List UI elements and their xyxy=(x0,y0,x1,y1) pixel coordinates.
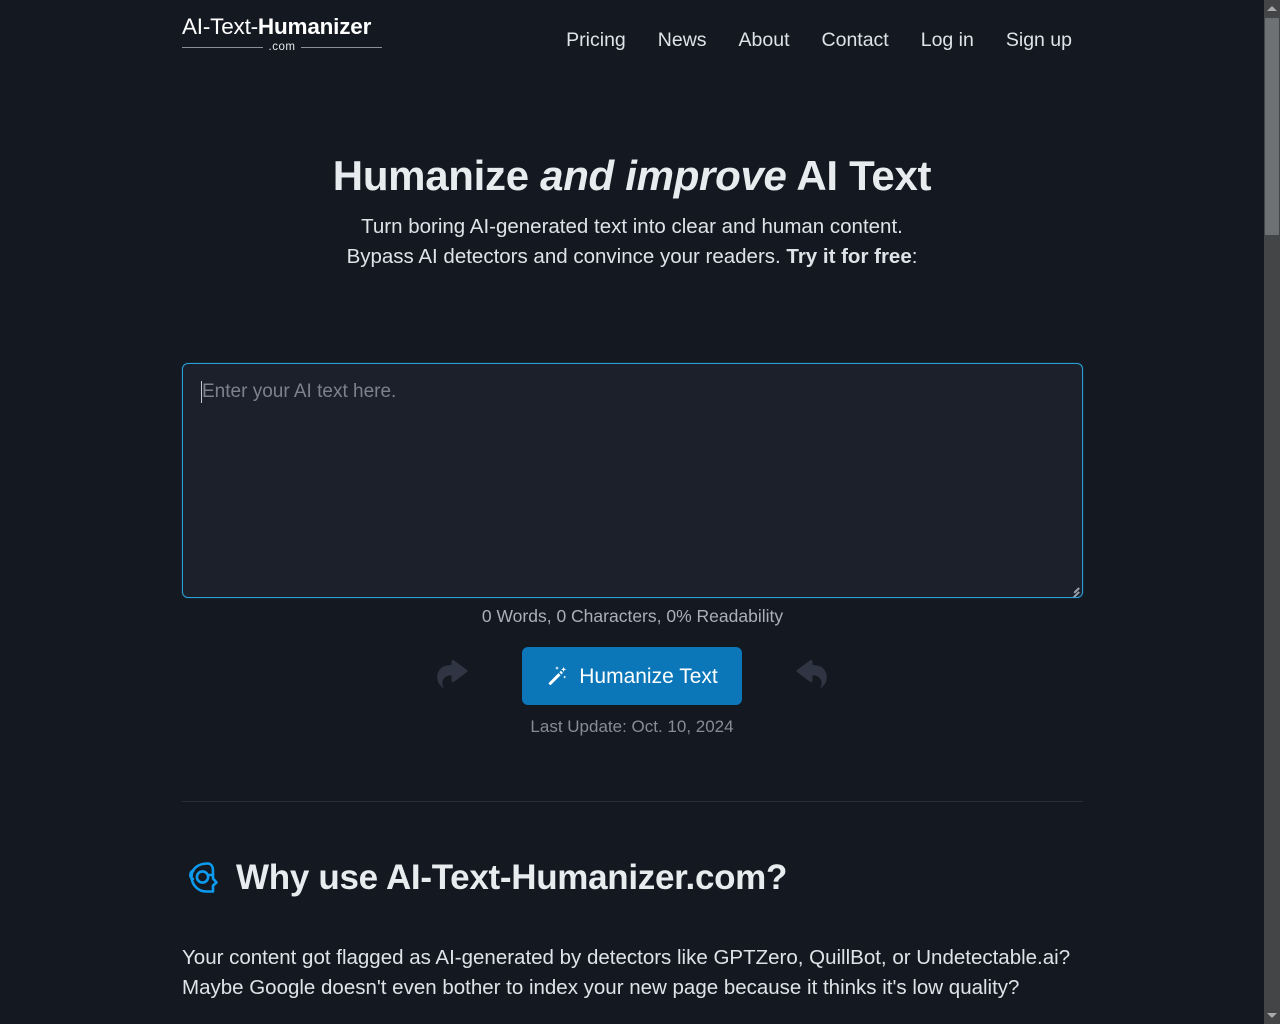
magic-wand-icon xyxy=(546,665,568,687)
logo-text-bold: Humanizer xyxy=(257,14,372,39)
why-section-title: Why use AI-Text-Humanizer.com? xyxy=(236,858,788,897)
page-title: Humanize and improve AI Text xyxy=(0,150,1264,202)
nav-item-about[interactable]: About xyxy=(739,27,790,53)
hero-subtitle: Turn boring AI-generated text into clear… xyxy=(332,212,932,272)
text-caret xyxy=(201,381,202,403)
logo-rule-right xyxy=(301,47,383,48)
last-update-text: Last Update: Oct. 10, 2024 xyxy=(530,717,734,736)
humanize-text-button[interactable]: Humanize Text xyxy=(522,647,742,705)
nav-item-news[interactable]: News xyxy=(658,27,707,53)
nav-item-login[interactable]: Log in xyxy=(921,27,974,53)
hero-section: Humanize and improve AI Text Turn boring… xyxy=(0,150,1264,272)
text-stats: 0 Words, 0 Characters, 0% Readability xyxy=(481,606,784,626)
main-navigation: Pricing News About Contact Log in Sign u… xyxy=(566,27,1072,53)
ai-text-input-container[interactable]: Enter your AI text here. xyxy=(182,363,1083,598)
browser-viewport: AI-Text-Humanizer .com Pricing News Abou… xyxy=(0,0,1280,1024)
title-segment-2: AI Text xyxy=(786,152,932,199)
humanize-text-button-label: Humanize Text xyxy=(579,664,718,688)
logo-rule-left xyxy=(182,47,263,48)
curved-arrow-left-icon xyxy=(788,653,834,699)
logo-domain-row: .com xyxy=(182,41,383,54)
subtitle-cta-strong: Try it for free xyxy=(786,245,912,268)
logo-domain-text: .com xyxy=(268,41,296,53)
title-segment-1: Humanize xyxy=(332,152,541,199)
scroll-up-arrow-icon[interactable] xyxy=(1264,0,1280,17)
site-header: AI-Text-Humanizer .com Pricing News Abou… xyxy=(0,0,1264,80)
vertical-scrollbar[interactable] xyxy=(1264,0,1280,1024)
nav-item-contact[interactable]: Contact xyxy=(822,27,889,53)
section-divider xyxy=(182,801,1083,802)
subtitle-line-1: Turn boring AI-generated text into clear… xyxy=(361,215,825,238)
page-content: AI-Text-Humanizer .com Pricing News Abou… xyxy=(0,0,1264,1024)
curved-arrow-right-icon xyxy=(430,653,476,699)
action-row: Humanize Text xyxy=(0,647,1264,705)
robot-head-icon xyxy=(182,858,222,898)
scroll-down-arrow-icon[interactable] xyxy=(1264,1007,1280,1024)
scrollbar-thumb[interactable] xyxy=(1265,18,1279,235)
site-logo[interactable]: AI-Text-Humanizer .com xyxy=(182,14,383,54)
logo-wordmark: AI-Text-Humanizer xyxy=(182,14,382,40)
why-section-heading: Why use AI-Text-Humanizer.com? xyxy=(182,856,787,900)
editor-section: Enter your AI text here. 0 Words, 0 Char… xyxy=(182,363,1083,628)
nav-item-pricing[interactable]: Pricing xyxy=(566,27,626,53)
textarea-resize-handle[interactable] xyxy=(1066,581,1080,597)
why-section-paragraph: Your content got flagged as AI-generated… xyxy=(182,945,1071,999)
subtitle-cta-colon: : xyxy=(911,245,918,268)
title-emphasis: and improve xyxy=(540,152,787,199)
nav-item-signup[interactable]: Sign up xyxy=(1006,27,1072,53)
ai-text-input-placeholder: Enter your AI text here. xyxy=(202,381,397,402)
logo-text-light: AI-Text- xyxy=(182,14,258,39)
